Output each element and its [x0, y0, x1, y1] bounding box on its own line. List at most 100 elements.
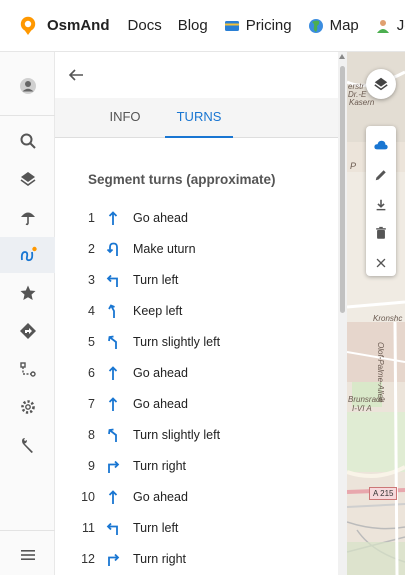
back-arrow-icon[interactable] [67, 66, 85, 84]
close-button[interactable] [366, 248, 396, 278]
turn-row[interactable]: 9 Turn right [55, 450, 338, 481]
turn-number: 5 [88, 334, 95, 349]
turn-row[interactable]: 6 Go ahead [55, 357, 338, 388]
avatar[interactable] [0, 68, 55, 104]
turn-text: Turn left [133, 272, 179, 287]
turn-row[interactable]: 11 Turn left [55, 512, 338, 543]
nav-jobs-label: Jo [396, 17, 405, 34]
turn-right-icon [108, 460, 120, 473]
turn-row[interactable]: 12 Turn right [55, 543, 338, 574]
download-button[interactable] [366, 190, 396, 220]
turn-row[interactable]: 1 Go ahead [55, 202, 338, 233]
rail-divider [0, 115, 55, 116]
layers-icon [20, 172, 35, 186]
rail-favorites[interactable] [0, 275, 55, 311]
nav-docs[interactable]: Docs [128, 17, 162, 34]
rail-navigation[interactable] [0, 313, 55, 349]
edit-button[interactable] [366, 160, 396, 190]
turn-straight-icon [108, 365, 118, 380]
cloud-icon [374, 140, 388, 150]
turn-slight-left-icon [108, 335, 117, 349]
turn-row[interactable]: 3 Turn left [55, 264, 338, 295]
turn-number: 1 [88, 210, 95, 225]
map-label: Kasern [349, 98, 375, 107]
rail-settings[interactable] [0, 389, 55, 425]
scroll-up-arrow[interactable] [339, 54, 345, 59]
close-icon [376, 258, 386, 268]
rail-layers[interactable] [0, 161, 55, 197]
directions-icon [19, 323, 36, 339]
nav-jobs[interactable]: Jo [375, 17, 405, 34]
rail-tools[interactable] [0, 427, 55, 463]
turn-number: 2 [88, 241, 95, 256]
turn-text: Go ahead [133, 210, 188, 225]
turn-row[interactable]: 8 Turn slightly left [55, 419, 338, 450]
nav-blog-label: Blog [177, 17, 208, 34]
map-label: P [350, 161, 357, 171]
wrench-icon [21, 438, 33, 453]
map-label: I-VI A [352, 404, 372, 413]
turn-straight-icon [108, 489, 118, 504]
brand-link[interactable]: OsmAnd [18, 16, 110, 36]
tab-info[interactable]: INFO [97, 98, 153, 138]
map-tools [366, 126, 396, 276]
search-icon [20, 133, 36, 149]
tracks-icon [20, 246, 37, 262]
scrollbar-thumb[interactable] [340, 66, 345, 313]
top-navbar: OsmAnd Docs Blog Pricing Map Jo [0, 0, 405, 52]
rail-search[interactable] [0, 123, 55, 159]
route-icon [19, 362, 36, 377]
rail-tracks[interactable] [0, 237, 55, 273]
turn-text: Turn slightly left [133, 334, 221, 349]
turn-text: Make uturn [133, 241, 196, 256]
turn-text: Go ahead [133, 489, 188, 504]
turn-text: Turn left [133, 520, 179, 535]
pencil-icon [375, 170, 386, 181]
turn-number: 3 [88, 272, 95, 287]
nav-blog[interactable]: Blog [178, 17, 208, 34]
turn-number: 4 [88, 303, 95, 318]
layers-icon [374, 77, 388, 91]
turn-left-icon [106, 274, 118, 287]
cloud-button[interactable] [366, 130, 396, 160]
turn-row[interactable]: 2 Make uturn [55, 233, 338, 264]
person-icon [376, 19, 389, 33]
turn-number: 10 [81, 489, 95, 504]
map-label: Kronshc [373, 314, 403, 323]
star-icon [20, 285, 35, 300]
map-layers-button[interactable] [366, 69, 396, 99]
turn-number: 7 [88, 396, 95, 411]
track-panel: INFO TURNS Segment turns (approximate) 1… [55, 52, 338, 575]
turn-number: 11 [82, 520, 95, 535]
rail-weather[interactable] [0, 199, 55, 235]
osmand-logo-icon [20, 16, 36, 35]
turn-slight-left-icon [108, 428, 117, 442]
turn-row[interactable]: 5 Turn slightly left [55, 326, 338, 357]
tab-turns[interactable]: TURNS [165, 98, 233, 138]
turn-text: Go ahead [133, 365, 188, 380]
turn-text: Turn right [133, 551, 187, 566]
brand-name: OsmAnd [47, 17, 110, 34]
turn-text: Go ahead [133, 396, 188, 411]
turn-row[interactable]: 7 Go ahead [55, 388, 338, 419]
turn-uturn-icon [106, 242, 118, 256]
nav-pricing[interactable]: Pricing [224, 17, 292, 34]
turn-row[interactable]: 10 Go ahead [55, 481, 338, 512]
turn-keep-left-icon [108, 303, 115, 318]
road-shield: A 215 [369, 487, 398, 500]
rail-menu[interactable] [0, 537, 55, 573]
menu-icon [20, 550, 35, 560]
umbrella-icon [20, 212, 35, 226]
turn-number: 12 [81, 551, 95, 566]
avatar-icon [19, 78, 36, 94]
turn-right-icon [108, 553, 120, 566]
turn-left-icon [106, 522, 118, 535]
globe-icon [308, 18, 323, 33]
rail-route[interactable] [0, 351, 55, 387]
turn-straight-icon [108, 210, 118, 225]
delete-button[interactable] [366, 218, 396, 248]
turn-number: 6 [88, 365, 95, 380]
turn-row[interactable]: 4 Keep left [55, 295, 338, 326]
nav-map[interactable]: Map [308, 17, 359, 34]
turn-text: Turn slightly left [133, 427, 221, 442]
